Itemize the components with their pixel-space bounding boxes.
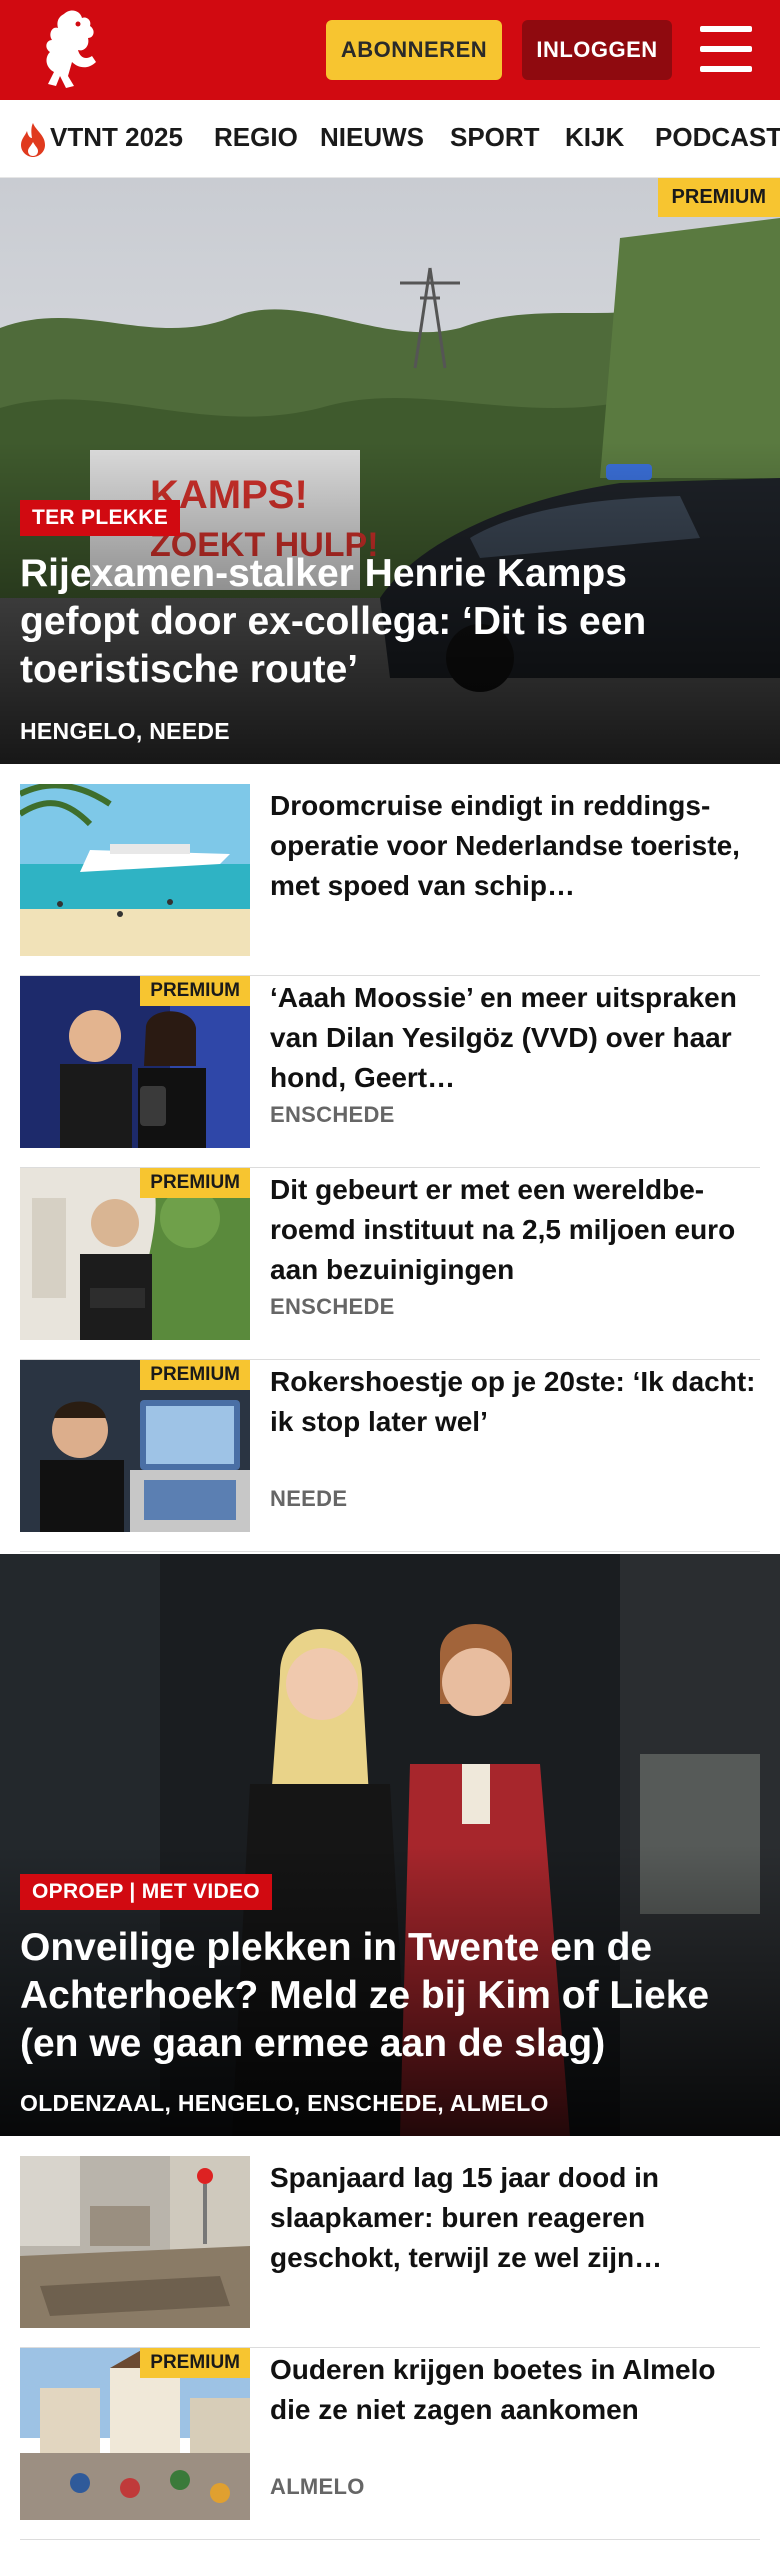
nav-item-regio[interactable]: REGIO bbox=[214, 122, 298, 153]
premium-badge: PREMIUM bbox=[657, 178, 780, 217]
premium-badge: PREMIUM bbox=[140, 1360, 250, 1390]
article-location: ENSCHEDE bbox=[270, 1102, 395, 1127]
article-thumbnail: PREMIUM bbox=[20, 1168, 250, 1340]
article-title[interactable]: Droomcruise eindigt in reddings-operatie… bbox=[270, 786, 760, 906]
hero-article-1[interactable]: KAMPS! ZOEKT HULP! PREMIUM TER PLEKKE Ri… bbox=[0, 178, 780, 764]
article-location: ALMELO bbox=[270, 2474, 365, 2499]
hero-tag: OPROEP | MET VIDEO bbox=[20, 1874, 272, 1910]
subscribe-button[interactable]: ABONNEREN bbox=[326, 20, 502, 80]
list-item[interactable]: PREMIUM Dit gebeurt er met een wereldbe-… bbox=[20, 1168, 760, 1360]
section-nav: VTNT 2025 REGIO NIEUWS SPORT KIJK PODCAS… bbox=[0, 100, 780, 178]
horse-logo-icon[interactable] bbox=[34, 6, 108, 92]
article-title[interactable]: Spanjaard lag 15 jaar dood in slaapkamer… bbox=[270, 2158, 760, 2278]
article-thumbnail bbox=[20, 784, 250, 956]
login-button[interactable]: INLOGGEN bbox=[522, 20, 672, 80]
list-item[interactable]: PREMIUM ‘Aaah Moossie’ en meer uitsprake… bbox=[20, 976, 760, 1168]
hero-article-2[interactable]: OPROEP | MET VIDEO Onveilige plekken in … bbox=[0, 1554, 780, 2136]
article-location: ENSCHEDE bbox=[270, 1294, 395, 1319]
flame-icon bbox=[21, 123, 45, 157]
list-item[interactable]: Droomcruise eindigt in reddings-operatie… bbox=[20, 784, 760, 976]
hero-location: HENGELO, NEEDE bbox=[20, 718, 230, 744]
premium-badge: PREMIUM bbox=[140, 2348, 250, 2378]
nav-item-nieuws[interactable]: NIEUWS bbox=[320, 122, 424, 153]
premium-badge: PREMIUM bbox=[140, 976, 250, 1006]
article-thumbnail: PREMIUM bbox=[20, 976, 250, 1148]
hamburger-menu-icon[interactable] bbox=[700, 26, 752, 72]
hero-tag: TER PLEKKE bbox=[20, 500, 181, 536]
hero-title[interactable]: Rijexamen-stalker Henrie Kamps gefopt do… bbox=[20, 550, 740, 694]
list-item[interactable]: PREMIUM Ouderen krijgen boetes in Almelo… bbox=[20, 2348, 760, 2540]
article-title[interactable]: ‘Aaah Moossie’ en meer uitspraken van Di… bbox=[270, 978, 760, 1098]
nav-item-vtnt[interactable]: VTNT 2025 bbox=[50, 122, 183, 153]
article-thumbnail: PREMIUM bbox=[20, 1360, 250, 1532]
hero-title[interactable]: Onveilige plekken in Twente en de Achter… bbox=[20, 1924, 740, 2068]
article-title[interactable]: Rokershoestje op je 20ste: ‘Ik dacht: ik… bbox=[270, 1362, 760, 1442]
premium-badge: PREMIUM bbox=[140, 1168, 250, 1198]
article-title[interactable]: Dit gebeurt er met een wereldbe-roemd in… bbox=[270, 1170, 760, 1290]
article-location: NEEDE bbox=[270, 1486, 348, 1511]
article-thumbnail bbox=[20, 2156, 250, 2328]
list-item[interactable]: Spanjaard lag 15 jaar dood in slaapkamer… bbox=[20, 2156, 760, 2348]
hero-location: OLDENZAAL, HENGELO, ENSCHEDE, ALMELO bbox=[20, 2090, 549, 2116]
article-thumbnail: PREMIUM bbox=[20, 2348, 250, 2520]
article-title[interactable]: Ouderen krijgen boetes in Almelo die ze … bbox=[270, 2350, 760, 2430]
list-item[interactable]: PREMIUM Rokershoestje op je 20ste: ‘Ik d… bbox=[20, 1360, 760, 1552]
nav-item-sport[interactable]: SPORT bbox=[450, 122, 540, 153]
nav-item-podcast[interactable]: PODCAST bbox=[655, 122, 780, 153]
nav-item-kijk[interactable]: KIJK bbox=[565, 122, 624, 153]
site-header: ABONNEREN INLOGGEN bbox=[0, 0, 780, 100]
